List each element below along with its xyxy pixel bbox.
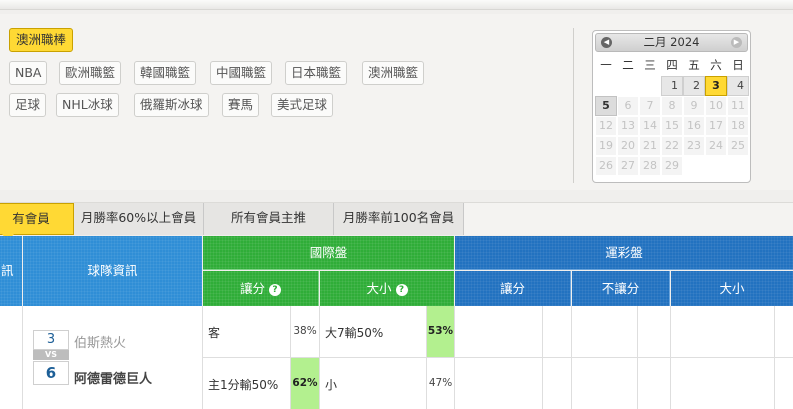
- vs-badge: VS: [33, 350, 69, 360]
- tab-top-100[interactable]: 月勝率前100名會員: [334, 203, 464, 235]
- calendar-empty-cell: [639, 76, 661, 96]
- calendar-day-disabled: 25: [727, 136, 749, 156]
- sport-button-korea-basketball[interactable]: 韓國職籃: [134, 61, 197, 85]
- home-team-name[interactable]: 阿德雷德巨人: [74, 368, 152, 387]
- tab-all-members[interactable]: 有會員: [0, 203, 74, 235]
- top-bar: [0, 0, 793, 10]
- calendar-day[interactable]: 2: [683, 76, 705, 96]
- calendar-day-disabled: 10: [705, 96, 727, 116]
- weekday-label: 六: [710, 58, 722, 72]
- calendar-title: 二月 2024: [643, 35, 700, 49]
- calendar-day-disabled: 9: [683, 96, 705, 116]
- sport-button-australia-basketball[interactable]: 澳洲職籃: [362, 61, 425, 85]
- calendar-day-disabled: 6: [617, 96, 639, 116]
- prev-month-icon[interactable]: ◀: [601, 37, 612, 48]
- intl-spread-away-pct: 38%: [293, 325, 317, 337]
- header-international-line: 國際盤: [203, 236, 454, 270]
- intl-spread-home-pct: 62%: [291, 358, 319, 409]
- sport-button-china-basketball[interactable]: 中國職籃: [210, 61, 273, 85]
- calendar-empty-cell: [595, 76, 617, 96]
- tab-win-rate-60[interactable]: 月勝率60%以上會員: [74, 203, 204, 235]
- calendar-empty-cell: [727, 156, 749, 176]
- weekday-label: 一: [600, 58, 612, 72]
- tab-all-member-picks[interactable]: 所有會員主推: [204, 203, 334, 235]
- sport-button-nhl[interactable]: NHL冰球: [56, 93, 119, 117]
- calendar-day-disabled: 24: [705, 136, 727, 156]
- calendar-day-disabled: 28: [639, 156, 661, 176]
- calendar-empty-cell: [683, 156, 705, 176]
- away-team-name[interactable]: 伯斯熱火: [74, 332, 126, 351]
- calendar-day-disabled: 21: [639, 136, 661, 156]
- header-info-partial: 訊: [0, 236, 22, 306]
- calendar-day-disabled: 20: [617, 136, 639, 156]
- header-intl-spread: 讓分?: [203, 271, 319, 306]
- weekday-label: 三: [644, 58, 656, 72]
- sport-button-russia-hockey[interactable]: 俄羅斯冰球: [134, 93, 209, 117]
- column-divider: [22, 306, 23, 409]
- calendar-day[interactable]: 4: [727, 76, 749, 96]
- header-lottery-total: 大小: [671, 271, 793, 306]
- calendar-day-disabled: 14: [639, 116, 661, 136]
- header-intl-total: 大小?: [320, 271, 454, 306]
- intl-total-under: 小: [325, 378, 338, 392]
- calendar-empty-cell: [617, 76, 639, 96]
- weekday-label: 二: [622, 58, 634, 72]
- intl-total-under-pct: 47%: [428, 377, 453, 389]
- calendar-day-disabled: 23: [683, 136, 705, 156]
- calendar-day-disabled: 22: [661, 136, 683, 156]
- away-score: 3: [33, 330, 69, 350]
- sport-button-euro-basketball[interactable]: 歐洲職籃: [59, 61, 122, 85]
- calendar-day-disabled: 15: [661, 116, 683, 136]
- header-lottery-line: 運彩盤: [455, 236, 793, 270]
- calendar-day-disabled: 12: [595, 116, 617, 136]
- calendar-day-disabled: 19: [595, 136, 617, 156]
- help-icon[interactable]: ?: [269, 284, 281, 296]
- calendar-day-disabled: 8: [661, 96, 683, 116]
- calendar-empty-cell: [705, 156, 727, 176]
- sport-button-horse-racing[interactable]: 賽馬: [222, 93, 260, 117]
- member-tabs: 有會員 月勝率60%以上會員 所有會員主推 月勝率前100名會員: [0, 202, 793, 241]
- sport-button-football[interactable]: 足球: [9, 93, 47, 117]
- header-team-info: 球隊資訊: [23, 236, 202, 306]
- calendar-day-disabled: 16: [683, 116, 705, 136]
- header-lottery-no-spread: 不讓分: [572, 271, 670, 306]
- panel-divider: [573, 28, 574, 183]
- sport-button-nba[interactable]: NBA: [9, 61, 48, 85]
- weekday-label: 日: [732, 58, 744, 72]
- intl-spread-home: 主1分輸50%: [208, 378, 279, 392]
- intl-spread-away: 客: [208, 326, 221, 340]
- home-score: 6: [33, 361, 69, 385]
- header-intl-spread-label: 讓分: [239, 281, 265, 296]
- intl-total-over: 大7輸50%: [325, 326, 384, 340]
- calendar-day-today[interactable]: 5: [595, 96, 617, 116]
- calendar-day-selected[interactable]: 3: [705, 76, 727, 96]
- intl-total-over-pct: 53%: [427, 306, 454, 357]
- calendar-day[interactable]: 1: [661, 76, 683, 96]
- sport-button-japan-basketball[interactable]: 日本職籃: [285, 61, 348, 85]
- sport-button-american-football[interactable]: 美式足球: [271, 93, 334, 117]
- header-intl-total-label: 大小: [366, 281, 392, 296]
- calendar-day-disabled: 11: [727, 96, 749, 116]
- calendar-day-disabled: 29: [661, 156, 683, 176]
- sport-button-active[interactable]: 澳洲職棒: [9, 28, 74, 52]
- weekday-label: 四: [666, 58, 678, 72]
- calendar-grid: 一 二 三 四 五 六 日 1 2 3 4 5 6 7 8 9 10 11 12: [595, 56, 749, 176]
- calendar-day-disabled: 18: [727, 116, 749, 136]
- header-lottery-spread: 讓分: [455, 271, 571, 306]
- calendar-day-disabled: 26: [595, 156, 617, 176]
- calendar-day-disabled: 7: [639, 96, 661, 116]
- calendar-day-disabled: 17: [705, 116, 727, 136]
- next-month-icon[interactable]: ▶: [731, 37, 742, 48]
- calendar-day-disabled: 13: [617, 116, 639, 136]
- help-icon[interactable]: ?: [395, 284, 408, 296]
- weekday-label: 五: [688, 58, 700, 72]
- date-picker: 二月 2024 ◀ ▶ 一 二 三 四 五 六 日 1 2 3 4 5 6 7 …: [592, 30, 751, 183]
- calendar-header: 二月 2024 ◀ ▶: [595, 33, 748, 52]
- calendar-day-disabled: 27: [617, 156, 639, 176]
